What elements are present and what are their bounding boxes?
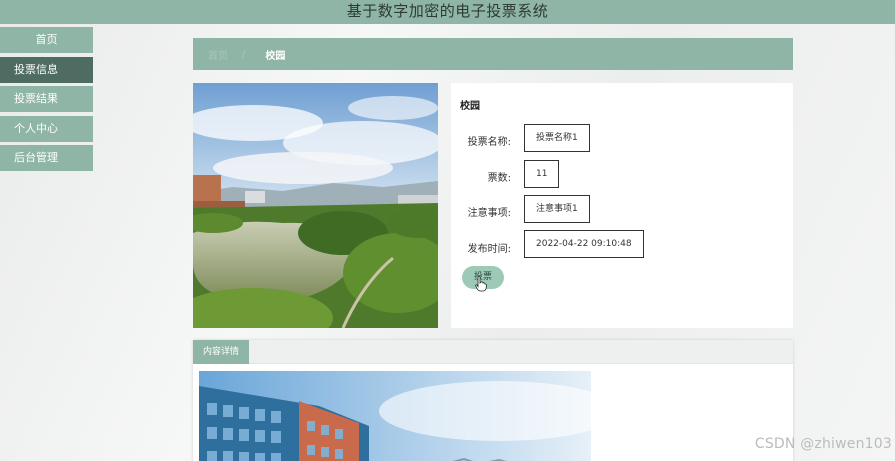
vote-count-value: 11 <box>524 160 560 188</box>
publish-time-value: 2022-04-22 09:10:48 <box>524 230 644 258</box>
breadcrumb: 首页 / 校园 <box>193 38 793 70</box>
breadcrumb-separator: / <box>242 48 246 60</box>
vote-name-label: 投票名称: <box>467 137 511 148</box>
csdn-watermark: CSDN @zhiwen103 <box>754 436 892 452</box>
vote-title: 校园 <box>460 101 480 112</box>
campus-photo-image <box>193 83 438 328</box>
content-tab-bar: 内容详情 <box>193 340 793 364</box>
breadcrumb-home-link[interactable]: 首页 <box>208 47 228 62</box>
vote-detail-card: 校园 投票名称: 投票名称1 票数: 11 注意事项: 注意事项1 发布时间: … <box>451 83 793 328</box>
hand-cursor-icon <box>475 276 487 292</box>
building-photo <box>199 371 591 461</box>
content-building-image <box>199 371 591 461</box>
content-detail-panel: 内容详情 <box>193 340 793 461</box>
sidebar-item-vote-results[interactable]: 投票结果 <box>0 86 93 112</box>
system-title: 基于数字加密的电子投票系统 <box>346 2 549 20</box>
sidebar-item-home[interactable]: 首页 <box>0 27 93 53</box>
notes-label: 注意事项: <box>467 208 511 219</box>
vote-count-label: 票数: <box>487 173 511 184</box>
publish-time-label: 发布时间: <box>467 244 511 255</box>
notes-value: 注意事项1 <box>524 195 590 223</box>
sidebar: 首页 投票信息 投票结果 个人中心 后台管理 <box>0 27 93 175</box>
tab-content-details[interactable]: 内容详情 <box>193 340 250 364</box>
breadcrumb-current: 校园 <box>265 50 286 62</box>
campus-photo <box>193 83 438 328</box>
sidebar-item-vote-info[interactable]: 投票信息 <box>0 56 93 83</box>
sidebar-item-admin[interactable]: 后台管理 <box>0 145 93 171</box>
vote-name-value: 投票名称1 <box>524 124 590 152</box>
top-header: 基于数字加密的电子投票系统 <box>0 0 895 24</box>
sidebar-item-personal-center[interactable]: 个人中心 <box>0 115 93 142</box>
